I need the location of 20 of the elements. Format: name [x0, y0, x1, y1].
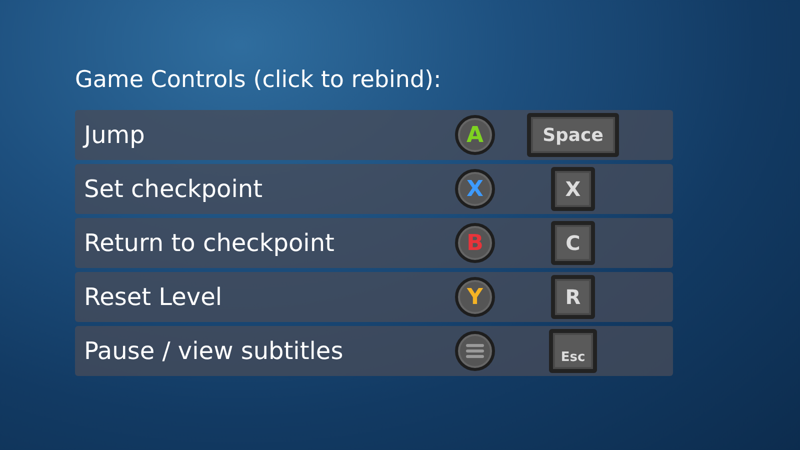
- key-binding[interactable]: R: [551, 275, 595, 319]
- control-row[interactable]: Reset Level Y R: [75, 272, 673, 322]
- action-label: Return to checkpoint: [84, 229, 336, 257]
- menu-button-icon[interactable]: [455, 331, 495, 371]
- action-label: Set checkpoint: [84, 175, 264, 203]
- panel-title: Game Controls (click to rebind):: [75, 66, 442, 95]
- control-row[interactable]: Jump A Space: [75, 110, 673, 160]
- key-binding[interactable]: Esc: [548, 329, 598, 373]
- key-binding[interactable]: C: [551, 221, 595, 265]
- gamepad-button[interactable]: A: [455, 115, 495, 155]
- action-label: Pause / view subtitles: [84, 337, 344, 365]
- key-binding[interactable]: Space: [527, 113, 619, 157]
- gamepad-button[interactable]: X: [455, 169, 495, 209]
- control-row[interactable]: Pause / view subtitles Esc: [75, 326, 673, 376]
- gamepad-button[interactable]: Y: [455, 277, 495, 317]
- control-row[interactable]: Return to checkpoint B C: [75, 218, 673, 268]
- key-binding[interactable]: X: [551, 167, 595, 211]
- action-label: Jump: [84, 121, 146, 149]
- action-label: Reset Level: [84, 283, 224, 311]
- control-row[interactable]: Set checkpoint X X: [75, 164, 673, 214]
